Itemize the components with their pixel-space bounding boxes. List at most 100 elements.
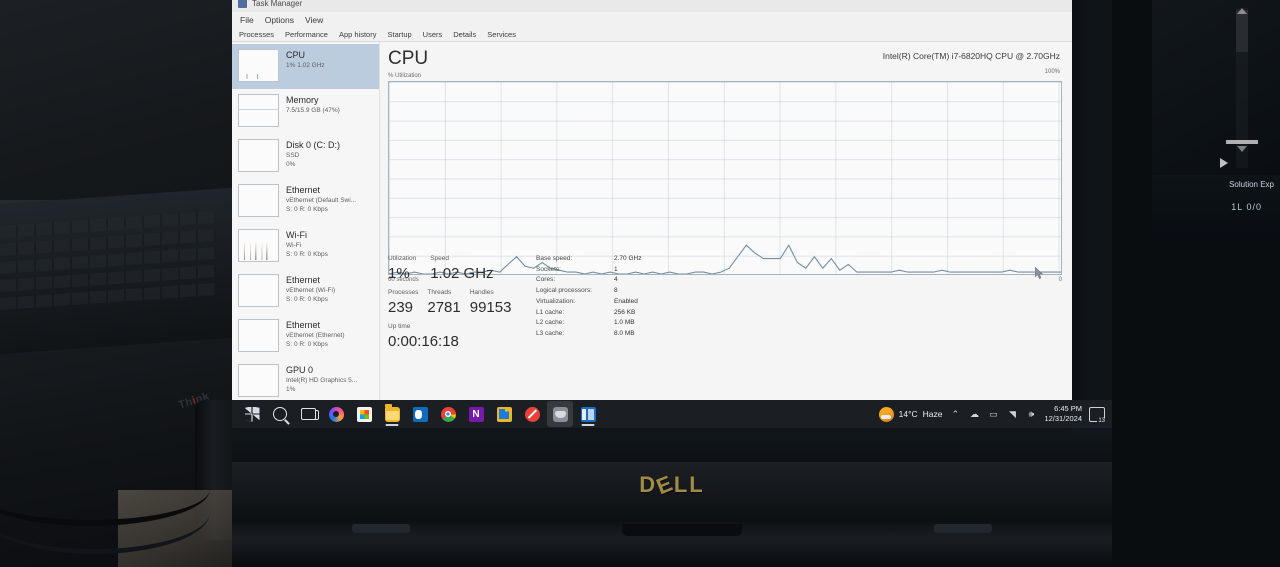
scroll-down-arrow-icon[interactable] — [1237, 146, 1247, 152]
utilization-stat: Utilization 1% — [388, 254, 416, 283]
clock-time: 6:45 PM — [1054, 404, 1082, 413]
sidebar-item-detail2: S: 0 R: 0 Kbps — [286, 296, 328, 303]
outlook-button[interactable] — [407, 401, 433, 427]
sidebar-item-ethernet-ethernet[interactable]: Ethernet vEthernet (Ethernet) S: 0 R: 0 … — [232, 314, 379, 359]
processes-label: Processes — [388, 289, 419, 296]
task-view-icon — [300, 408, 319, 420]
sidebar-item-detail: 1% 1.02 GHz — [286, 62, 325, 69]
windows-taskbar: N 14°C Haze ⌃ ☁ ▭ ◥ 🕪 6:45 PM 12/31/2024… — [232, 400, 1112, 428]
scrollbar-thumb[interactable] — [1236, 10, 1248, 52]
weather-widget[interactable]: 14°C Haze — [878, 406, 942, 422]
sidebar-item-detail: 7.5/15.9 GB (47%) — [286, 107, 340, 114]
window-body: CPU 1% 1.02 GHz Memory 7.5/15.9 GB (47%) — [232, 42, 1072, 403]
microsoft-store-button[interactable] — [351, 401, 377, 427]
sidebar-item-ethernet-default[interactable]: Ethernet vEthernet (Default Swi... S: 0 … — [232, 179, 379, 224]
clock[interactable]: 6:45 PM 12/31/2024 — [1044, 404, 1082, 424]
uptime-stat: Up time 0:00:16:18 — [388, 322, 522, 351]
onedrive-icon[interactable]: ☁ — [968, 408, 980, 420]
cpu-stats-area: Utilization 1% Speed 1.02 GHz Processes … — [388, 254, 1062, 351]
sidebar-item-cpu[interactable]: CPU 1% 1.02 GHz — [232, 44, 379, 89]
system-info-row: Sockets: 1 — [536, 265, 1062, 276]
sidebar-item-label: Memory — [286, 95, 319, 105]
tab-app-history[interactable]: App history — [339, 30, 377, 39]
notification-center-button[interactable]: 13 — [1089, 406, 1106, 424]
cpu-graph-svg — [389, 82, 1061, 274]
wifi-icon[interactable]: ◥ — [1006, 408, 1018, 420]
utilization-value: 1% — [388, 265, 410, 282]
sidebar-item-label: CPU — [286, 50, 306, 60]
taskbar-tray: 14°C Haze ⌃ ☁ ▭ ◥ 🕪 6:45 PM 12/31/2024 1… — [878, 404, 1112, 424]
sidebar-item-detail2: S: 0 R: 0 Kbps — [286, 251, 328, 258]
chrome-button[interactable] — [435, 401, 461, 427]
uptime-label: Up time — [388, 323, 411, 330]
task-view-button[interactable] — [295, 401, 321, 427]
scroll-up-arrow-icon[interactable] — [1237, 8, 1247, 14]
sidebar-item-label: Ethernet — [286, 185, 321, 195]
clock-date: 12/31/2024 — [1044, 414, 1082, 423]
sidebar-item-disk0[interactable]: Disk 0 (C: D:) SSD 0% — [232, 134, 379, 179]
mask-icon — [552, 406, 568, 422]
tab-processes[interactable]: Processes — [239, 30, 274, 39]
start-button[interactable] — [239, 401, 265, 427]
info-key: Sockets: — [536, 265, 561, 273]
handles-label: Handles — [469, 289, 494, 296]
graph-y-max-label: 100% — [1044, 69, 1060, 75]
utilization-label: Utilization — [388, 255, 417, 262]
battery-icon[interactable]: ▭ — [987, 408, 999, 420]
base-notch — [622, 524, 742, 536]
base-foot — [352, 524, 410, 533]
file-explorer-button[interactable] — [379, 401, 405, 427]
remote-desktop-button[interactable] — [547, 401, 573, 427]
search-button[interactable] — [267, 401, 293, 427]
cpu-utilization-graph[interactable] — [388, 81, 1062, 275]
chrome-icon — [440, 406, 456, 422]
foreground-laptop: Think — [0, 0, 248, 567]
info-value: 4 — [614, 276, 618, 284]
ethernet-thumbnail-graph — [238, 274, 279, 307]
sidebar-item-gpu0[interactable]: GPU 0 Intel(R) HD Graphics 5... 1% — [232, 359, 379, 403]
onenote-button[interactable]: N — [463, 401, 489, 427]
memory-thumbnail-graph — [238, 94, 279, 127]
play-triangle-icon[interactable] — [1220, 158, 1228, 168]
volume-icon[interactable]: 🕪 — [1025, 408, 1037, 420]
tab-performance[interactable]: Performance — [285, 30, 328, 39]
performance-sidebar: CPU 1% 1.02 GHz Memory 7.5/15.9 GB (47%) — [232, 42, 380, 403]
dell-laptop: Task Manager File Options View Processes… — [232, 0, 1112, 567]
menu-options[interactable]: Options — [265, 15, 294, 25]
sidebar-item-memory[interactable]: Memory 7.5/15.9 GB (47%) — [232, 89, 379, 134]
tab-users[interactable]: Users — [423, 30, 443, 39]
system-info-row: Logical processors: 8 — [536, 286, 1062, 297]
sidebar-item-detail: vEthernet (Wi-Fi) — [286, 287, 336, 294]
window-titlebar[interactable]: Task Manager — [232, 0, 1072, 12]
tab-startup[interactable]: Startup — [387, 30, 411, 39]
mouse-cursor — [1035, 267, 1044, 279]
sidebar-item-wifi[interactable]: Wi-Fi Wi-Fi S: 0 R: 0 Kbps — [232, 224, 379, 269]
menu-view[interactable]: View — [305, 15, 323, 25]
tab-services[interactable]: Services — [487, 30, 516, 39]
copilot-button[interactable] — [323, 401, 349, 427]
window-title: Task Manager — [252, 0, 303, 8]
info-key: L2 cache: — [536, 319, 565, 327]
menu-file[interactable]: File — [240, 15, 254, 25]
system-info-row: L3 cache: 8.0 MB — [536, 329, 1062, 340]
system-info-row: L2 cache: 1.0 MB — [536, 318, 1062, 329]
notification-count: 13 — [1097, 417, 1106, 424]
sidebar-item-detail: Intel(R) HD Graphics 5... — [286, 377, 358, 384]
store-icon — [356, 406, 372, 422]
block-app-button[interactable] — [519, 401, 545, 427]
sidebar-item-ethernet-wifi[interactable]: Ethernet vEthernet (Wi-Fi) S: 0 R: 0 Kbp… — [232, 269, 379, 314]
task-manager-window: Task Manager File Options View Processes… — [232, 0, 1072, 422]
sidebar-item-detail2: 1% — [286, 386, 296, 393]
system-info-row: L1 cache: 256 KB — [536, 308, 1062, 319]
task-manager-button[interactable] — [575, 401, 601, 427]
info-value: 8 — [614, 287, 618, 295]
system-info-row: Base speed: 2.70 GHz — [536, 254, 1062, 265]
solution-explorer-title: Solution Exp — [1229, 180, 1274, 189]
tab-details[interactable]: Details — [453, 30, 476, 39]
threads-label: Threads — [427, 289, 452, 296]
cpu-system-info: Base speed: 2.70 GHz Sockets: 1 Cores: 4 — [536, 254, 1062, 351]
chevron-up-icon[interactable]: ⌃ — [949, 408, 961, 420]
tab-bar: Processes Performance App history Startu… — [232, 27, 1072, 42]
app-button[interactable] — [491, 401, 517, 427]
sidebar-item-detail: SSD — [286, 152, 300, 159]
